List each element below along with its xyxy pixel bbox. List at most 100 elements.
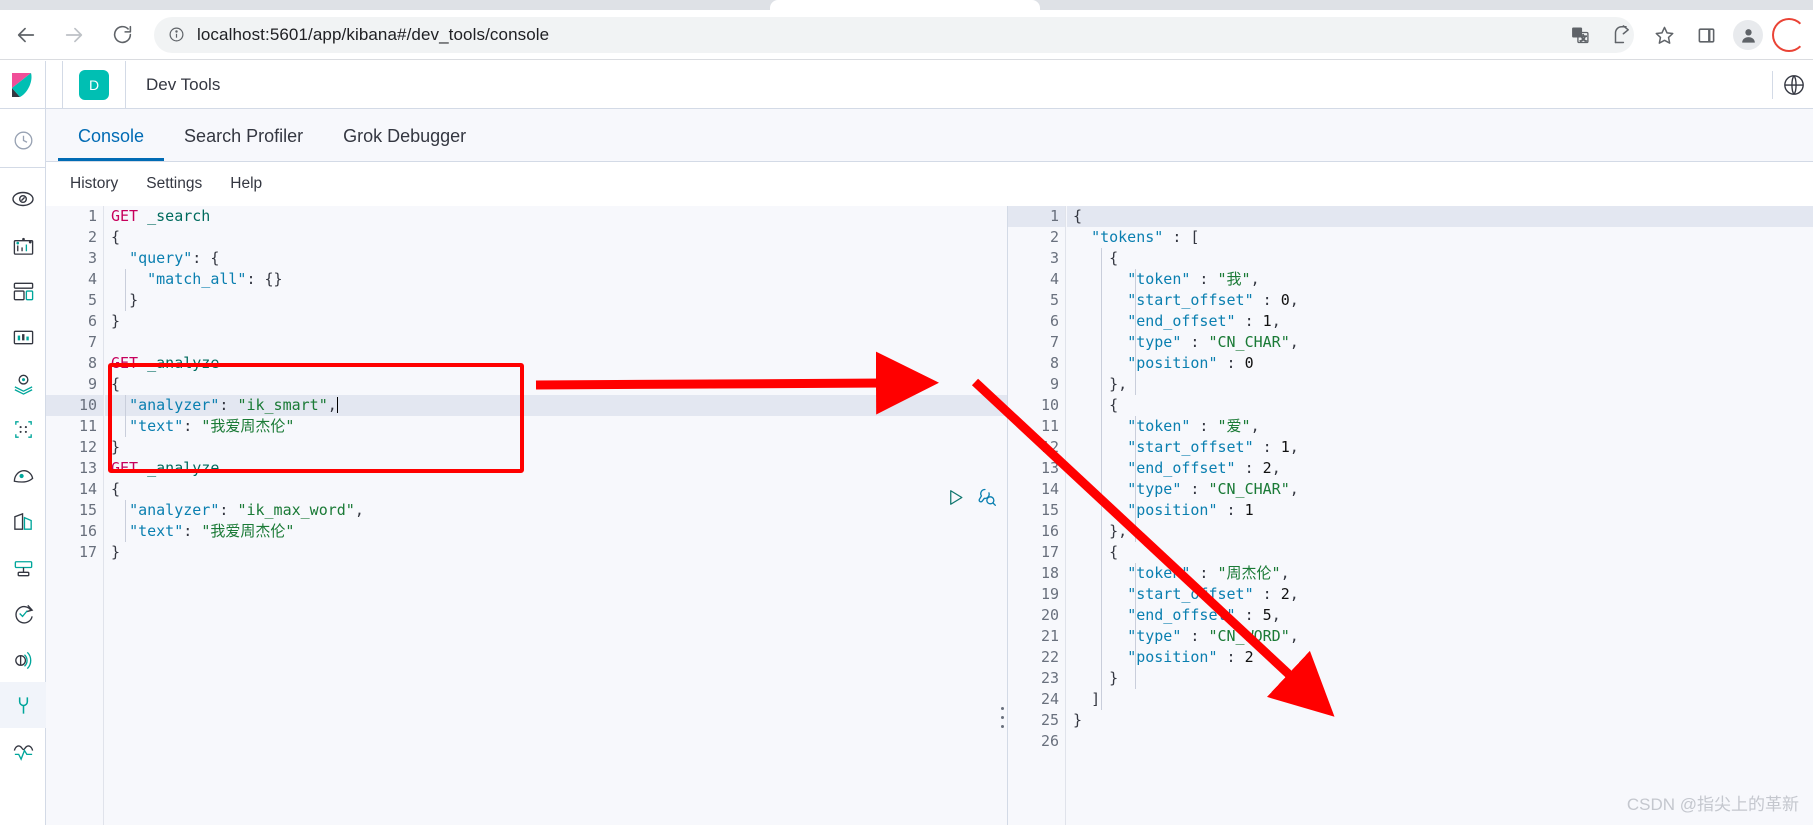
tab-search-profiler[interactable]: Search Profiler (164, 126, 323, 161)
code-line[interactable]: } (105, 542, 1007, 563)
code-line[interactable]: "match_all": {} (105, 269, 1007, 290)
code-line[interactable] (1067, 731, 1813, 752)
code-line[interactable]: "type" : "CN_CHAR", (1067, 479, 1813, 500)
canvas-icon[interactable] (0, 314, 46, 360)
tab-console[interactable]: Console (58, 126, 165, 161)
code-line[interactable]: "analyzer": "ik_max_word", (105, 500, 1007, 521)
code-token: "analyzer" (129, 501, 220, 519)
recently-viewed-icon[interactable] (0, 117, 46, 163)
code-line[interactable]: "type" : "CN_WORD", (1067, 626, 1813, 647)
tab-grok-debugger[interactable]: Grok Debugger (323, 126, 486, 161)
code-token: , (354, 501, 364, 519)
console-menu-help[interactable]: Help (230, 175, 262, 193)
code-line[interactable]: } (1067, 668, 1813, 689)
request-editor[interactable]: 1 2▾3▾4 5▴6▴7 8 9▾1011 12▴13 14▾15 16 17▴ GET _s… (46, 206, 1008, 825)
code-line[interactable]: "start_offset" : 0, (1067, 290, 1813, 311)
code-line[interactable] (105, 332, 1007, 353)
back-button[interactable] (4, 13, 48, 57)
code-line[interactable]: "end_offset" : 2, (1067, 458, 1813, 479)
maps-icon[interactable] (0, 360, 46, 406)
code-line[interactable]: GET _search (105, 206, 1007, 227)
uptime-icon[interactable] (0, 590, 46, 636)
code-line[interactable]: "start_offset" : 1, (1067, 437, 1813, 458)
line-number: 8 (87, 354, 97, 372)
code-line[interactable]: "token" : "周杰伦", (1067, 563, 1813, 584)
logs-icon[interactable] (0, 498, 46, 544)
address-bar[interactable]: localhost:5601/app/kibana#/dev_tools/con… (154, 16, 1634, 53)
line-number: 24▴ (1008, 689, 1074, 710)
profile-avatar[interactable] (1727, 14, 1769, 56)
site-info-icon[interactable] (168, 26, 185, 43)
send-request-play-icon[interactable] (946, 488, 965, 512)
code-line[interactable]: "end_offset" : 1, (1067, 311, 1813, 332)
response-viewer[interactable]: 1▾2▾3▾456789▴10▾111213141516▴17▾18192021… (1008, 206, 1813, 825)
code-line[interactable]: "token" : "我", (1067, 269, 1813, 290)
pane-drag-handle[interactable] (1001, 704, 1004, 731)
code-line[interactable]: "end_offset" : 5, (1067, 605, 1813, 626)
visualize-icon[interactable] (0, 222, 46, 268)
kibana-logo[interactable] (0, 60, 46, 109)
apm-icon[interactable] (0, 544, 46, 590)
profile-status-ring[interactable] (1769, 14, 1811, 56)
code-token: : (219, 396, 238, 414)
code-token: , (1289, 438, 1299, 456)
code-line[interactable]: } (105, 290, 1007, 311)
help-icon[interactable] (1783, 74, 1805, 96)
code-line[interactable]: { (1067, 542, 1813, 563)
code-token: "我" (1217, 270, 1251, 288)
siem-icon[interactable] (0, 636, 46, 682)
line-number: 5 (1049, 291, 1059, 309)
code-token: : (1253, 585, 1281, 603)
side-panel-icon[interactable] (1685, 14, 1727, 56)
code-line[interactable]: GET _analyze (105, 458, 1007, 479)
code-line[interactable]: { (1067, 248, 1813, 269)
code-line[interactable]: GET _analyze (105, 353, 1007, 374)
code-line[interactable]: "text": "我爱周杰伦" (105, 521, 1007, 542)
monitoring-icon[interactable] (0, 728, 46, 774)
code-line[interactable]: "position" : 2 (1067, 647, 1813, 668)
indent-guide (125, 500, 126, 542)
line-number: 15 (1040, 501, 1059, 519)
console-menu-history[interactable]: History (70, 175, 118, 193)
code-token: { (1109, 543, 1119, 561)
code-line[interactable]: "start_offset" : 2, (1067, 584, 1813, 605)
code-line[interactable]: }, (1067, 521, 1813, 542)
code-line[interactable]: { (105, 479, 1007, 500)
code-line[interactable]: { (105, 374, 1007, 395)
translate-icon[interactable]: G 文 (1559, 14, 1601, 56)
code-line[interactable]: "position" : 1 (1067, 500, 1813, 521)
code-line[interactable]: ] (1067, 689, 1813, 710)
forward-button[interactable] (52, 13, 96, 57)
reload-button[interactable] (100, 13, 144, 57)
dashboard-icon[interactable] (0, 268, 46, 314)
console-menu-settings[interactable]: Settings (146, 175, 202, 193)
code-line[interactable]: "tokens" : [ (1067, 227, 1813, 248)
code-token: , (327, 396, 337, 414)
code-line[interactable]: }, (1067, 374, 1813, 395)
browser-tab[interactable] (770, 0, 1040, 10)
code-line[interactable]: "analyzer": "ik_smart", (105, 395, 1007, 416)
code-line[interactable]: "text": "我爱周杰伦" (105, 416, 1007, 437)
code-line[interactable]: "query": { (105, 248, 1007, 269)
request-options-wrench-icon[interactable] (977, 487, 997, 512)
discover-icon[interactable] (0, 176, 46, 222)
machine-learning-icon[interactable] (0, 406, 46, 452)
bookmark-star-icon[interactable] (1643, 14, 1685, 56)
code-line[interactable]: } (105, 311, 1007, 332)
code-line[interactable]: "token" : "爱", (1067, 416, 1813, 437)
code-line[interactable]: } (1067, 710, 1813, 731)
dev-tools-icon[interactable] (0, 682, 46, 728)
code-line[interactable]: { (1067, 206, 1813, 227)
share-icon[interactable] (1601, 14, 1643, 56)
avatar (1733, 20, 1763, 50)
code-line[interactable]: "type" : "CN_CHAR", (1067, 332, 1813, 353)
code-line[interactable]: "position" : 0 (1067, 353, 1813, 374)
request-code[interactable]: GET _search{ "query": { "match_all": {} … (105, 206, 1007, 825)
code-line[interactable]: } (105, 437, 1007, 458)
infrastructure-icon[interactable] (0, 452, 46, 498)
code-line[interactable]: { (1067, 395, 1813, 416)
code-line[interactable]: { (105, 227, 1007, 248)
request-gutter: 1 2▾3▾4 5▴6▴7 8 9▾1011 12▴13 14▾15 16 17▴ (46, 206, 112, 825)
